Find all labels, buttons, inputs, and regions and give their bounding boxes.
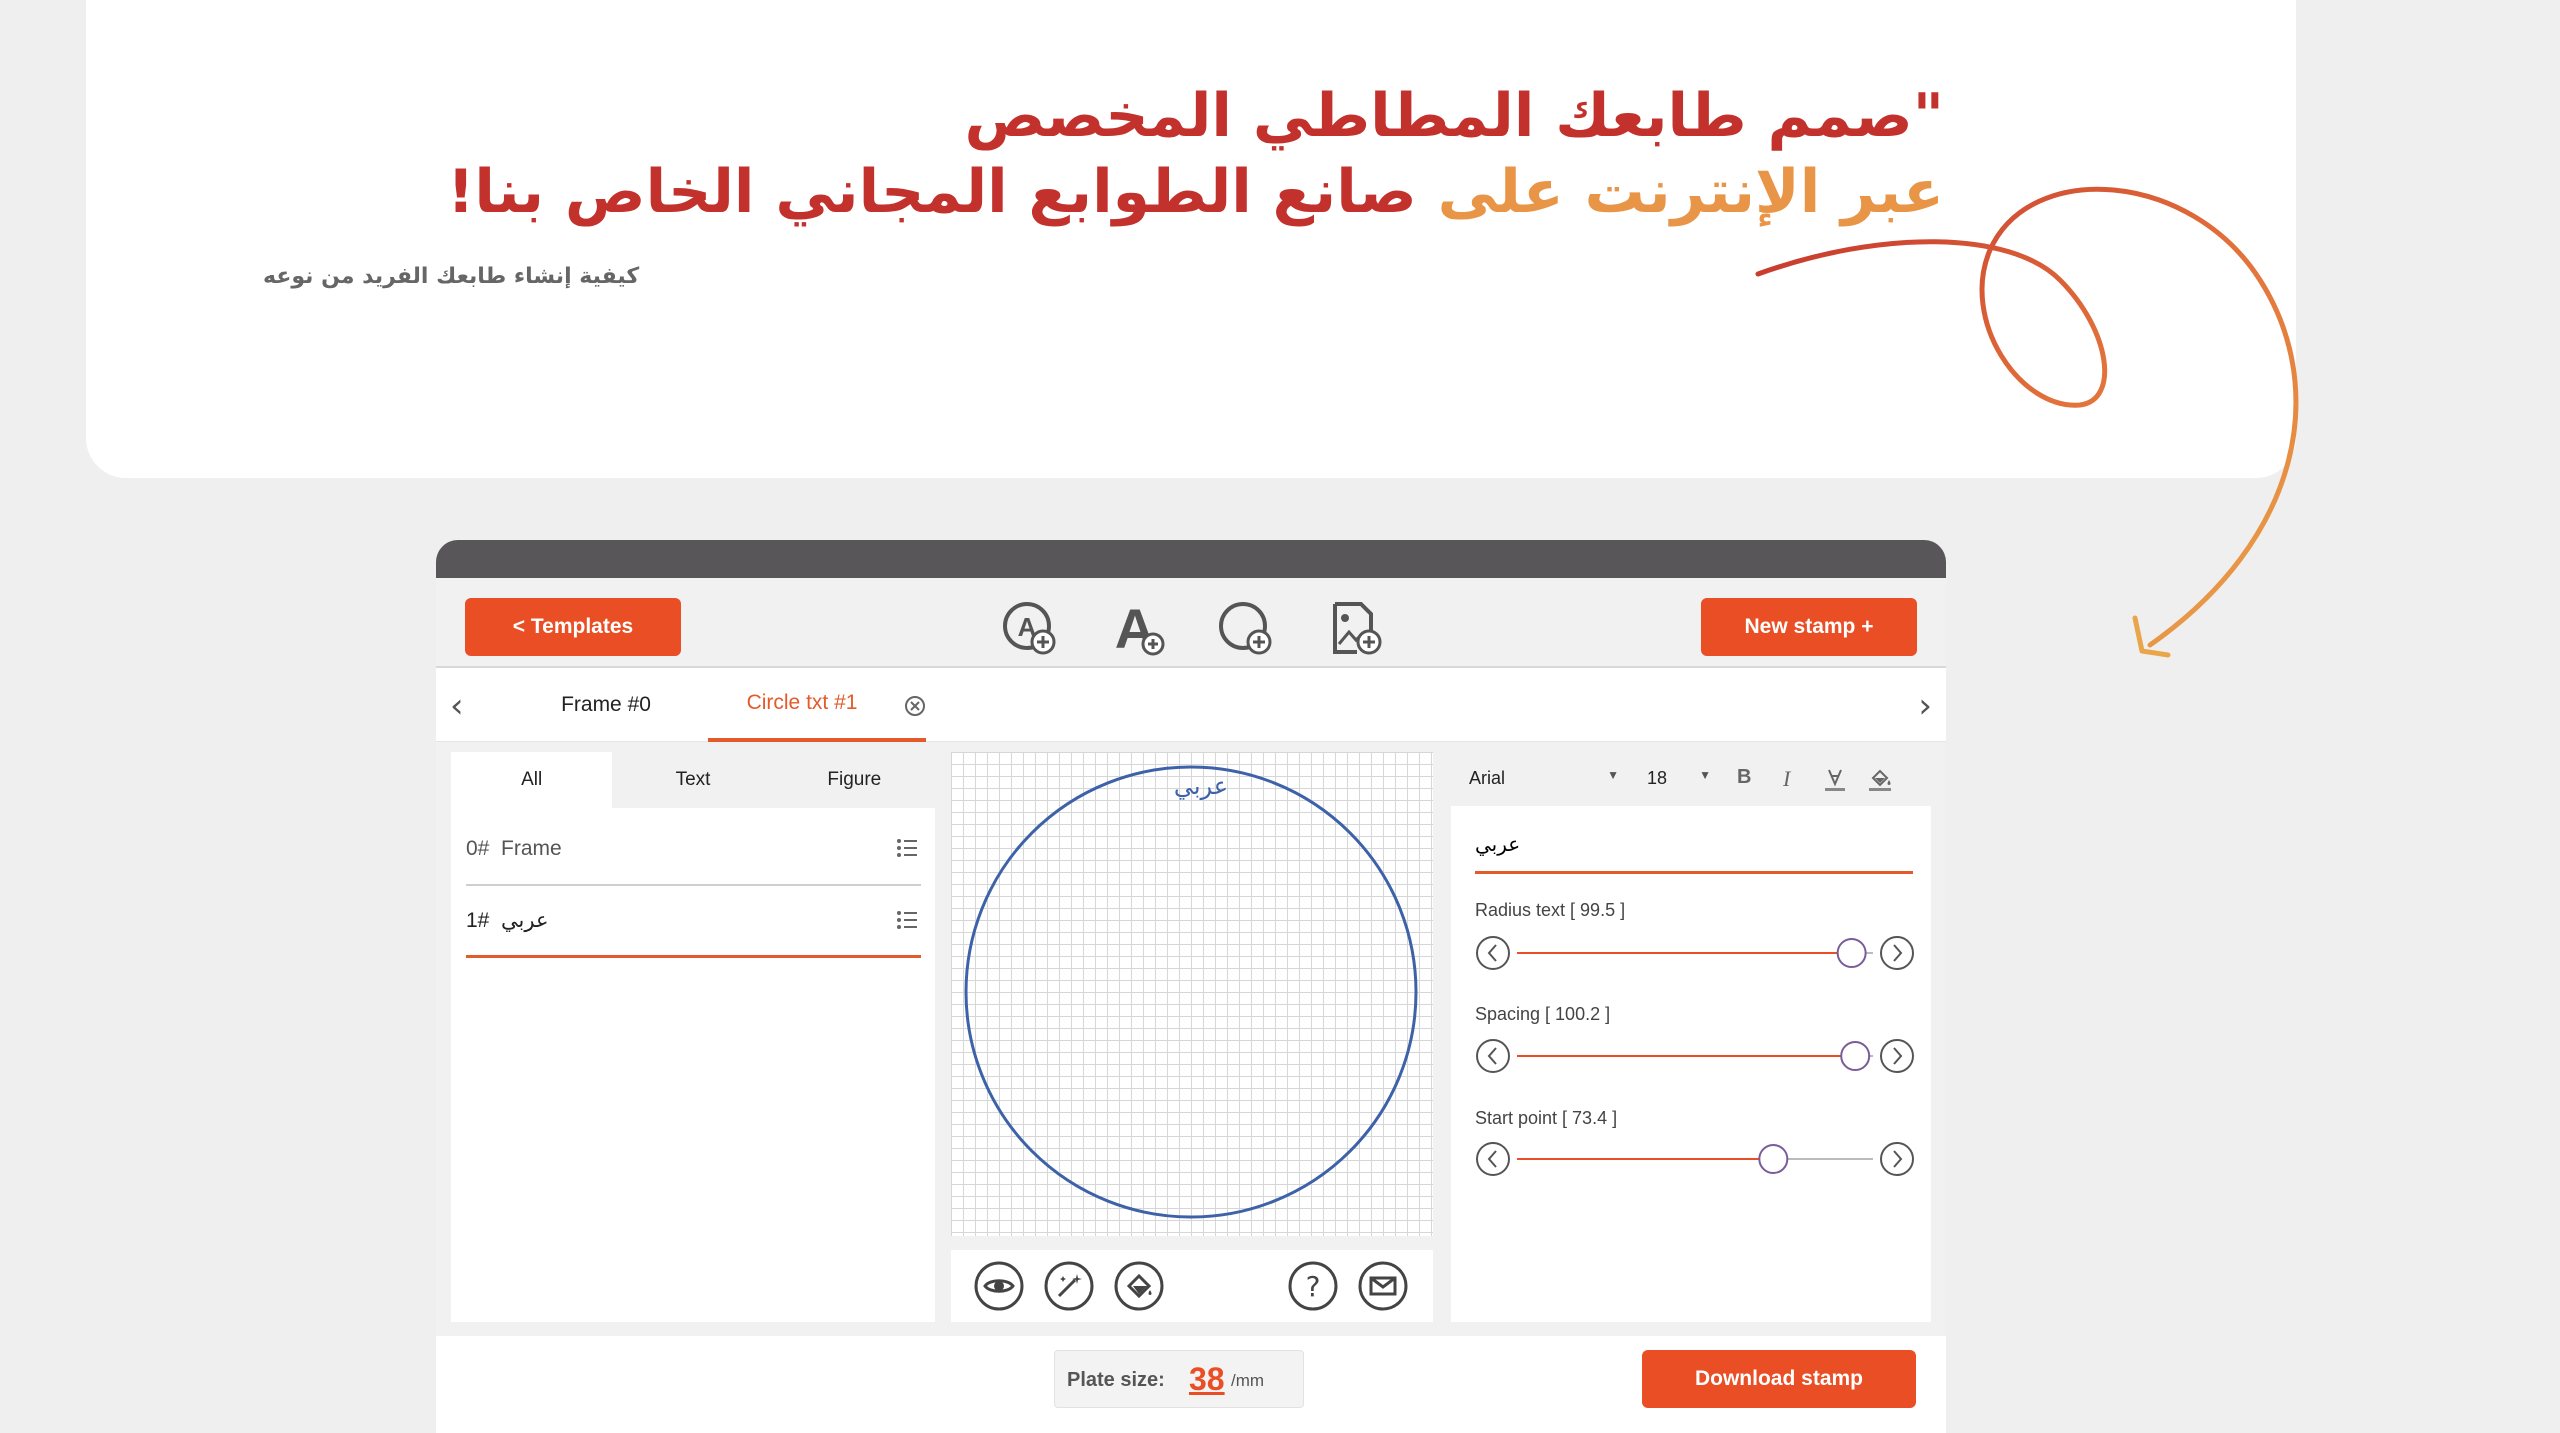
add-text-icon[interactable]: A — [1109, 597, 1167, 660]
slider-increase-icon[interactable] — [1880, 1039, 1914, 1073]
editor-footer: Plate size: 38 /mm Download stamp — [436, 1336, 1946, 1433]
size-select[interactable]: 18 ▼ — [1647, 768, 1711, 789]
filter-tab-text[interactable]: Text — [612, 752, 773, 808]
slider-increase-icon[interactable] — [1880, 936, 1914, 970]
editor-main: All Text Figure 0# Frame 1# عربي عربي ? … — [436, 744, 1946, 1324]
text-value-input[interactable]: عربي — [1475, 832, 1913, 874]
stamp-preview: عربي — [964, 765, 1418, 1219]
download-stamp-button[interactable]: Download stamp — [1642, 1350, 1916, 1408]
hero-title-line2: عبر الإنترنت على صانع الطوابع المجاني ال… — [444, 154, 1944, 230]
chevron-down-icon: ▼ — [1607, 768, 1619, 782]
layer-name: عربي — [501, 909, 549, 932]
add-figure-icon[interactable] — [1217, 598, 1275, 656]
radius-text-slider[interactable] — [1475, 934, 1915, 972]
stamp-circle-text: عربي — [1174, 772, 1228, 800]
slider-graphic — [1476, 936, 1914, 970]
stamp-canvas[interactable]: عربي — [951, 752, 1433, 1236]
hero-subtitle: كيفية إنشاء طابعك الفريد من نوعه — [263, 264, 640, 289]
slider-thumb[interactable] — [1840, 1041, 1871, 1071]
layer-name: Frame — [501, 837, 562, 860]
hero-title-line1: "صمم طابعك المطاطي المخصص — [964, 81, 1944, 151]
tab-circle-txt-1[interactable]: Circle txt #1 — [708, 668, 926, 742]
email-icon[interactable] — [1357, 1260, 1409, 1312]
slider-increase-icon[interactable] — [1880, 1142, 1914, 1176]
background-fill-icon[interactable] — [1865, 764, 1895, 794]
layer-item-frame[interactable]: 0# Frame — [466, 814, 921, 886]
hero-title-line2-rest: صانع الطوابع المجاني الخاص بنا! — [447, 157, 1417, 227]
magic-wand-icon[interactable] — [1043, 1260, 1095, 1312]
slider-decrease-icon[interactable] — [1476, 1142, 1510, 1176]
new-stamp-button[interactable]: New stamp + — [1701, 598, 1917, 656]
text-format-bar: Arial ▼ 18 ▼ B I — [1451, 752, 1931, 806]
layer-index: 0# — [466, 837, 490, 860]
layer-item-text[interactable]: 1# عربي — [466, 886, 921, 958]
plate-size-value[interactable]: 38 — [1189, 1361, 1225, 1398]
svg-text:?: ? — [1306, 1270, 1321, 1303]
hero-panel: "صمم طابعك المطاطي المخصص عبر الإنترنت ع… — [86, 0, 2296, 478]
list-menu-icon[interactable] — [895, 836, 919, 860]
slider-graphic — [1476, 1142, 1914, 1176]
layer-index: 1# — [466, 908, 490, 932]
templates-button[interactable]: < Templates — [465, 598, 681, 656]
bold-icon[interactable]: B — [1737, 766, 1751, 789]
size-select-value: 18 — [1647, 768, 1668, 788]
tab-circle-txt-1-label: Circle txt #1 — [746, 691, 858, 714]
italic-icon[interactable]: I — [1783, 766, 1790, 792]
slider-decrease-icon[interactable] — [1476, 936, 1510, 970]
slider-decrease-icon[interactable] — [1476, 1039, 1510, 1073]
element-tabs: ‹ Frame #0 Circle txt #1 › — [436, 668, 1946, 742]
properties-panel: Arial ▼ 18 ▼ B I عربي Radius text [ 99.5… — [1451, 752, 1931, 1322]
plate-size-box: Plate size: 38 /mm — [1054, 1350, 1304, 1408]
app-title-bar — [436, 540, 1946, 578]
font-select-value: Arial — [1469, 768, 1506, 788]
tabs-next-arrow-icon[interactable]: › — [1918, 686, 1932, 726]
plate-size-unit: /mm — [1231, 1371, 1265, 1390]
spacing-slider[interactable] — [1475, 1037, 1915, 1075]
fill-bucket-icon[interactable] — [1113, 1260, 1165, 1312]
tab-close-icon[interactable] — [904, 695, 926, 717]
tabs-prev-arrow-icon[interactable]: ‹ — [450, 686, 464, 726]
hero-title: "صمم طابعك المطاطي المخصص عبر الإنترنت ع… — [444, 78, 1944, 230]
list-menu-icon[interactable] — [895, 908, 919, 932]
canvas-toolbar: ? — [951, 1250, 1433, 1322]
slider-graphic — [1476, 1039, 1914, 1073]
start-point-slider[interactable] — [1475, 1140, 1915, 1178]
slider-thumb[interactable] — [1758, 1144, 1789, 1174]
start-point-label: Start point [ 73.4 ] — [1475, 1108, 1618, 1128]
add-circle-text-icon[interactable]: A — [1001, 598, 1059, 656]
filter-tab-all[interactable]: All — [451, 752, 613, 808]
chevron-down-icon: ▼ — [1699, 768, 1711, 782]
radius-text-label: Radius text [ 99.5 ] — [1475, 900, 1626, 920]
add-image-icon[interactable] — [1325, 598, 1383, 656]
hero-title-line2-highlight: عبر الإنترنت على — [1416, 157, 1944, 227]
layer-filter-tabs: All Text Figure — [451, 752, 935, 808]
layers-panel: All Text Figure 0# Frame 1# عربي — [451, 752, 935, 1322]
preview-eye-icon[interactable] — [973, 1260, 1025, 1312]
stamp-circle-frame — [964, 765, 1418, 1219]
plate-size-label: Plate size: — [1067, 1369, 1165, 1391]
tab-frame-0[interactable]: Frame #0 — [506, 668, 706, 742]
filter-tab-figure[interactable]: Figure — [774, 752, 935, 808]
help-icon[interactable]: ? — [1287, 1260, 1339, 1312]
font-select[interactable]: Arial ▼ — [1469, 768, 1619, 789]
tool-icons-group: A A — [1001, 597, 1383, 660]
toolbar: < Templates A A New stamp + — [436, 578, 1946, 668]
stamp-editor-app: < Templates A A New stamp + ‹ Frame #0 C… — [436, 540, 1946, 1433]
spacing-label: Spacing [ 100.2 ] — [1475, 1004, 1611, 1024]
text-color-icon[interactable] — [1821, 766, 1849, 794]
slider-thumb[interactable] — [1836, 938, 1867, 968]
